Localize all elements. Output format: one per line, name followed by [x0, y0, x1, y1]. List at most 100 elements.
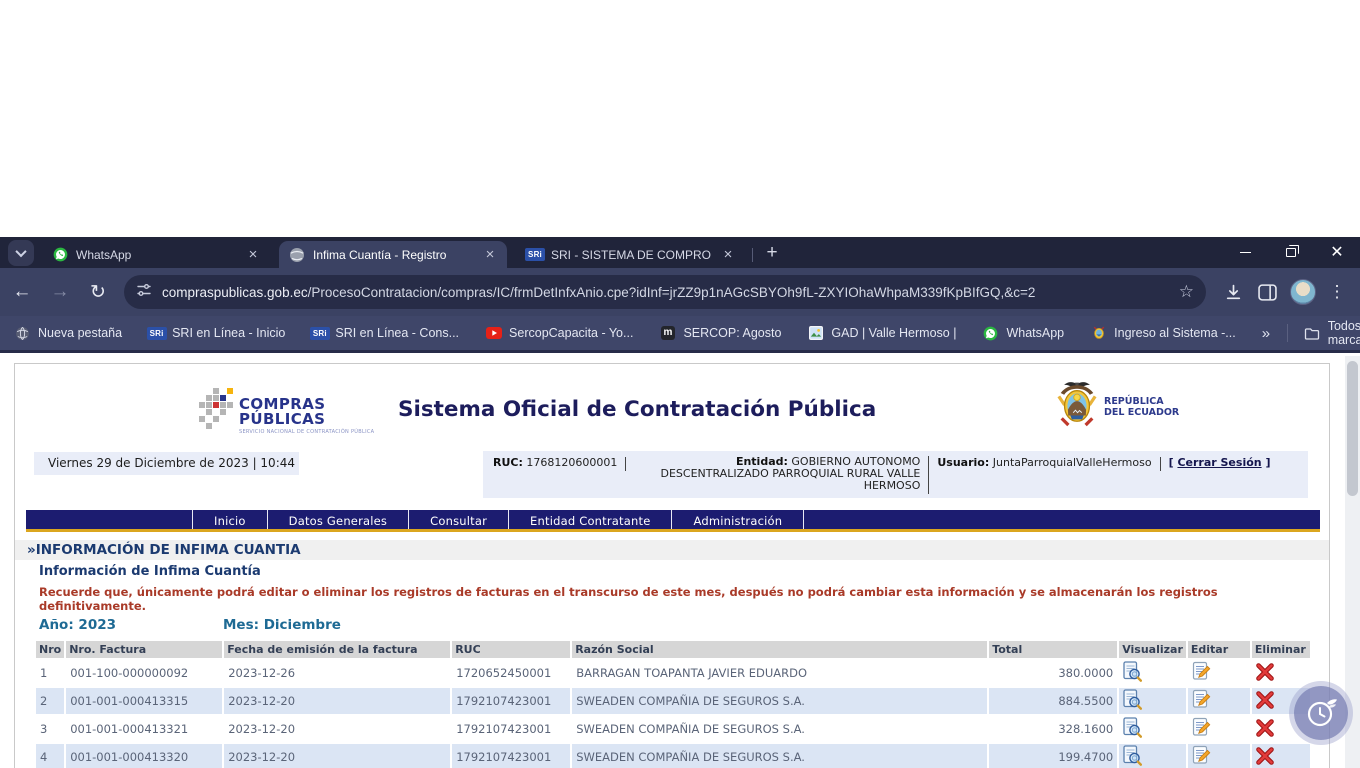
table-header-row: NroNro. FacturaFecha de emisión de la fa… — [36, 641, 1310, 658]
nav-item-administración[interactable]: Administración — [671, 510, 804, 529]
column-header: Nro. Factura — [66, 641, 222, 658]
logo-tagline: SERVICIO NACIONAL DE CONTRATACIÓN PÚBLIC… — [239, 429, 374, 435]
site-settings-icon[interactable] — [136, 282, 152, 303]
tab-divider — [752, 248, 753, 262]
scrollbar-thumb[interactable] — [1347, 361, 1358, 496]
page-title: Sistema Oficial de Contratación Pública — [398, 397, 876, 422]
close-window-button[interactable]: ✕ — [1314, 237, 1360, 268]
bookmark-item[interactable]: SRiSRI en Línea - Cons... — [311, 325, 459, 341]
cell-nro: 1 — [36, 660, 64, 686]
delete-invoice-button[interactable] — [1256, 691, 1274, 709]
nav-item-inicio[interactable]: Inicio — [192, 510, 267, 529]
bookmark-label: SercopCapacita - Yo... — [509, 326, 633, 340]
bookmark-item[interactable]: mSERCOP: Agosto — [659, 325, 781, 341]
tab-whatsapp[interactable]: WhatsApp × — [42, 241, 270, 268]
bookmark-item[interactable]: SRi SRI en Línea - Inicio — [148, 325, 285, 341]
forward-button[interactable]: → — [44, 276, 76, 308]
address-bar[interactable]: compraspublicas.gob.ec/ProcesoContrataci… — [124, 275, 1206, 309]
column-header: Razón Social — [572, 641, 987, 658]
tab-sri[interactable]: SRi SRI - SISTEMA DE COMPROBAN × — [517, 241, 745, 268]
bookmark-label: Ingreso al Sistema -... — [1114, 326, 1236, 340]
nav-item-entidad-contratante[interactable]: Entidad Contratante — [508, 510, 671, 529]
cell-visualizar — [1119, 744, 1186, 768]
table-row: 3001-001-0004133212023-12-20179210742300… — [36, 716, 1310, 742]
chevron-down-icon — [15, 246, 26, 257]
republic-line2: DEL ECUADOR — [1104, 407, 1179, 418]
new-tab-button[interactable]: + — [760, 242, 784, 266]
cell-total: 380.0000 — [989, 660, 1117, 686]
edit-invoice-button[interactable] — [1192, 661, 1211, 682]
table-row: 4001-001-0004133202023-12-20179210742300… — [36, 744, 1310, 768]
back-button[interactable]: ← — [6, 276, 38, 308]
all-bookmarks-button[interactable]: Todos los marcadores — [1304, 319, 1360, 347]
browser-menu-icon[interactable]: ⋮ — [1322, 282, 1352, 302]
usuario-label: Usuario: — [937, 456, 989, 469]
whatsapp-icon — [52, 247, 68, 263]
reload-button[interactable]: ↻ — [82, 276, 114, 308]
clock-icon — [1303, 695, 1339, 731]
cell-fecha: 2023-12-20 — [224, 744, 450, 768]
subsection-title: Información de Infima Cuantía — [39, 564, 261, 579]
bookmarks-right: » Todos los marcadores — [1262, 319, 1360, 347]
edit-invoice-button[interactable] — [1192, 717, 1211, 738]
cell-editar — [1188, 660, 1250, 686]
republic-line1: REPÚBLICA — [1104, 396, 1164, 407]
restore-button[interactable] — [1268, 237, 1314, 268]
profile-avatar[interactable] — [1290, 279, 1316, 305]
usuario-value: Usuario: JuntaParroquialValleHermoso — [937, 456, 1151, 469]
view-invoice-button[interactable] — [1123, 745, 1142, 766]
bookmark-label: SRI en Línea - Inicio — [172, 326, 285, 340]
logo-text: COMPRAS PÚBLICAS SERVICIO NACIONAL DE CO… — [239, 388, 374, 435]
bookmarks-overflow-chevron[interactable]: » — [1262, 325, 1271, 342]
desktop: WhatsApp × Infima Cuantía - Registro × S… — [0, 0, 1360, 768]
table-row: 2001-001-0004133152023-12-20179210742300… — [36, 688, 1310, 714]
time-tracker-widget[interactable] — [1294, 686, 1348, 740]
view-invoice-button[interactable] — [1123, 661, 1142, 682]
entidad-value: Entidad: GOBIERNO AUTONOMO DESCENTRALIZA… — [634, 456, 920, 492]
usuario-name: JuntaParroquialValleHermoso — [993, 456, 1152, 469]
bookmark-item[interactable]: Ingreso al Sistema -... — [1090, 325, 1236, 341]
browser-window: WhatsApp × Infima Cuantía - Registro × S… — [0, 237, 1360, 768]
edit-invoice-button[interactable] — [1192, 689, 1211, 710]
cell-factura: 001-100-000000092 — [66, 660, 222, 686]
bookmark-label: SERCOP: Agosto — [683, 326, 781, 340]
tab-title: SRI - SISTEMA DE COMPROBAN — [551, 248, 711, 262]
side-panel-icon[interactable] — [1250, 275, 1284, 309]
separator — [1160, 457, 1161, 471]
table-row: 1001-100-0000000922023-12-26172065245000… — [36, 660, 1310, 686]
cell-razon: SWEADEN COMPAÑIA DE SEGUROS S.A. — [572, 716, 987, 742]
cell-nro: 3 — [36, 716, 64, 742]
view-invoice-button[interactable] — [1123, 689, 1142, 710]
nav-item-datos-generales[interactable]: Datos Generales — [267, 510, 408, 529]
downloads-icon[interactable] — [1216, 275, 1250, 309]
bookmark-item[interactable]: Nueva pestaña — [14, 325, 122, 341]
close-tab-icon[interactable]: × — [481, 246, 499, 264]
compras-publicas-logo: COMPRAS PÚBLICAS SERVICIO NACIONAL DE CO… — [199, 388, 374, 435]
edit-invoice-button[interactable] — [1192, 745, 1211, 766]
delete-invoice-button[interactable] — [1256, 719, 1274, 737]
main-nav: InicioDatos GeneralesConsultarEntidad Co… — [26, 510, 1320, 532]
url-domain: compraspublicas.gob.ec — [162, 285, 308, 300]
close-tab-icon[interactable]: × — [719, 246, 737, 264]
nav-item-consultar[interactable]: Consultar — [408, 510, 508, 529]
bookmark-item[interactable]: SercopCapacita - Yo... — [485, 325, 633, 341]
web-page: COMPRAS PÚBLICAS SERVICIO NACIONAL DE CO… — [0, 356, 1360, 768]
bookmark-item[interactable]: GAD | Valle Hermoso | — [807, 325, 956, 341]
cell-editar — [1188, 744, 1250, 768]
warning-text: Recuerde que, únicamente podrá editar o … — [39, 585, 1301, 613]
minimize-button[interactable] — [1222, 237, 1268, 268]
view-invoice-button[interactable] — [1123, 717, 1142, 738]
logout-link[interactable]: Cerrar Sesión — [1177, 456, 1261, 469]
close-tab-icon[interactable]: × — [244, 246, 262, 264]
url-text[interactable]: compraspublicas.gob.ec/ProcesoContrataci… — [162, 285, 1171, 300]
session-info-box: RUC: 1768120600001 Entidad: GOBIERNO AUT… — [483, 451, 1308, 498]
sri-icon: SRi — [148, 325, 165, 341]
bookmark-star-icon[interactable]: ☆ — [1179, 282, 1194, 302]
delete-invoice-button[interactable] — [1256, 663, 1274, 681]
tab-infima-cuantia[interactable]: Infima Cuantía - Registro × — [279, 241, 507, 268]
bookmark-item[interactable]: WhatsApp — [982, 325, 1064, 341]
ruc-label: RUC: — [493, 456, 523, 469]
section-title-bar: »INFORMACIÓN DE INFIMA CUANTIA — [15, 540, 1329, 560]
tab-search-button[interactable] — [8, 240, 34, 266]
delete-invoice-button[interactable] — [1256, 747, 1274, 765]
